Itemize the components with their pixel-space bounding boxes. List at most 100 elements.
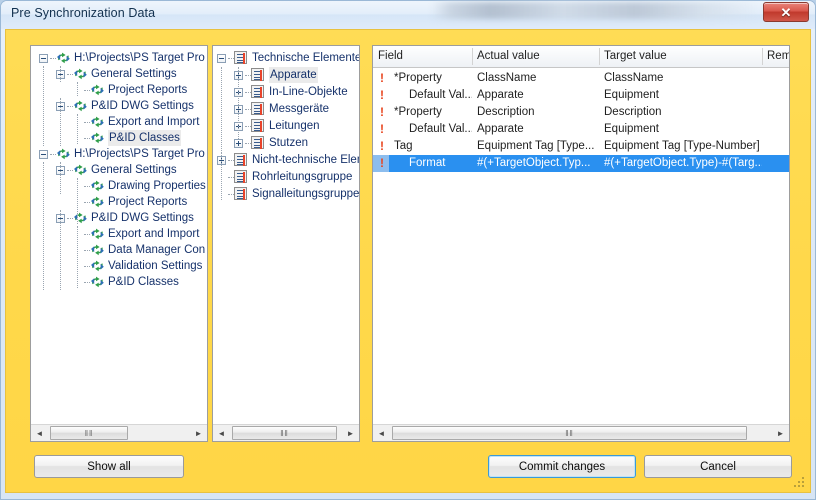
list-icon <box>234 170 247 183</box>
show-all-button[interactable]: Show all <box>34 455 184 478</box>
table-cell <box>762 87 789 104</box>
tree-item[interactable]: Messgeräte <box>213 101 359 117</box>
table-row[interactable]: ! *Property ClassName ClassName <box>373 70 789 87</box>
tree-item[interactable]: In-Line-Objekte <box>213 84 359 100</box>
warning-icon: ! <box>380 156 384 170</box>
table-cell: Default Val... <box>409 123 472 135</box>
table-cell: Description <box>604 106 662 118</box>
table-cell: ClassName <box>604 72 664 84</box>
tree-item[interactable]: Validation Settings <box>31 258 207 274</box>
tree-item[interactable]: P&ID Classes <box>31 130 207 146</box>
table-cell <box>762 121 789 138</box>
scroll-right-arrow-icon[interactable]: ► <box>342 425 359 441</box>
close-glyph: ✕ <box>780 4 792 20</box>
list-icon <box>251 136 264 149</box>
table-row[interactable]: ! *Property Description Description <box>373 104 789 121</box>
scroll-thumb[interactable]: ‖‖ <box>392 426 747 440</box>
scroll-left-arrow-icon[interactable]: ◄ <box>213 425 230 441</box>
column-divider[interactable] <box>762 48 763 65</box>
tree-item[interactable]: P&ID DWG Settings <box>31 210 207 226</box>
scroll-grip-icon: ‖‖ <box>84 428 94 438</box>
tree-item-label: Export and Import <box>108 228 200 240</box>
window-title: Pre Synchronization Data <box>11 6 156 20</box>
scroll-thumb[interactable]: ‖‖ <box>50 426 128 440</box>
tree-item-label: Apparate <box>269 67 318 83</box>
collapse-icon[interactable] <box>39 54 48 63</box>
tree-guide-line <box>60 66 61 82</box>
title-bar[interactable]: Pre Synchronization Data ✕ <box>1 1 815 29</box>
source-target-settings-tree[interactable]: H:\Projects\PS Target Pro General Setting… <box>31 46 207 441</box>
table-cell: *Property <box>394 106 442 118</box>
tree-item[interactable]: Project Reports <box>31 82 207 98</box>
tree-item[interactable]: General Settings <box>31 66 207 82</box>
tree-guide-line <box>77 178 78 224</box>
tree-item[interactable]: Project Reports <box>31 194 207 210</box>
tree-item[interactable]: Rohrleitungsgruppe <box>213 169 359 185</box>
tree-item[interactable]: Apparate <box>213 67 359 83</box>
tree-item[interactable]: Export and Import <box>31 114 207 130</box>
list-icon <box>234 51 247 64</box>
column-divider[interactable] <box>472 48 473 65</box>
commit-changes-button[interactable]: Commit changes <box>488 455 636 478</box>
tree-item-label: P&ID Classes <box>108 276 179 288</box>
tree-item-label: P&ID Classes <box>108 130 181 146</box>
tree-guide-line <box>77 82 78 96</box>
tree-item[interactable]: General Settings <box>31 162 207 178</box>
collapse-icon[interactable] <box>39 150 48 159</box>
table-cell: ClassName <box>477 72 537 84</box>
tree-item[interactable]: Signalleitungsgruppe <box>213 186 359 202</box>
table-cell: #(+TargetObject.Typ... <box>477 157 591 169</box>
sync-icon <box>73 67 88 81</box>
tree-item[interactable]: Stutzen <box>213 135 359 151</box>
mid-tree-hscrollbar[interactable]: ◄ ‖‖ ► <box>213 424 359 441</box>
grid-column-header[interactable]: Target value <box>599 46 762 67</box>
scroll-thumb[interactable]: ‖‖ <box>232 426 337 440</box>
tree-guide-line <box>221 67 222 153</box>
tree-item[interactable]: Technische Elemente <box>213 50 359 66</box>
sync-icon <box>90 179 105 193</box>
collapse-icon[interactable] <box>217 54 226 63</box>
scroll-left-arrow-icon[interactable]: ◄ <box>31 425 48 441</box>
grid-column-header[interactable]: Rem <box>762 46 789 67</box>
tree-item[interactable]: Nicht-technische Eleme <box>213 152 359 168</box>
warning-icon: ! <box>380 88 384 102</box>
tree-item[interactable]: Leitungen <box>213 118 359 134</box>
scroll-right-arrow-icon[interactable]: ► <box>772 425 789 441</box>
cancel-button[interactable]: Cancel <box>644 455 792 478</box>
tree-item[interactable]: P&ID DWG Settings <box>31 98 207 114</box>
resize-grip-icon[interactable] <box>794 477 806 489</box>
grid-column-header[interactable]: Field <box>373 46 472 67</box>
left-tree-hscrollbar[interactable]: ◄ ‖‖ ► <box>31 424 207 441</box>
table-row[interactable]: ! Default Val... Apparate Equipment <box>373 87 789 104</box>
tree-item[interactable]: Data Manager Con <box>31 242 207 258</box>
grip-dot <box>794 485 796 487</box>
column-divider[interactable] <box>599 48 600 65</box>
close-icon[interactable]: ✕ <box>763 2 809 22</box>
tree-guide-line <box>43 162 44 290</box>
tree-item-label: P&ID DWG Settings <box>91 100 194 112</box>
grid-column-header[interactable]: Actual value <box>472 46 599 67</box>
expand-icon[interactable] <box>234 139 243 148</box>
grid-hscrollbar[interactable]: ◄ ‖‖ ► <box>373 424 789 441</box>
tree-item-label: Messgeräte <box>269 103 330 115</box>
classes-tree[interactable]: Technische Elemente Apparate In-Line-Objek… <box>213 46 359 441</box>
tree-item[interactable]: P&ID Classes <box>31 274 207 290</box>
tree-item-label: Leitungen <box>269 120 320 132</box>
table-cell: #(+TargetObject.Type)-#(Targ... <box>604 157 762 169</box>
sync-icon <box>73 99 88 113</box>
scroll-right-arrow-icon[interactable]: ► <box>190 425 207 441</box>
table-row[interactable]: ! Default Val... Apparate Equipment <box>373 121 789 138</box>
title-bar-smudge <box>431 2 761 19</box>
scroll-left-arrow-icon[interactable]: ◄ <box>373 425 390 441</box>
sync-icon <box>90 243 105 257</box>
tree-item[interactable]: H:\Projects\PS Target Pro <box>31 50 207 66</box>
tree-item-label: Nicht-technische Eleme <box>252 154 359 166</box>
sync-icon <box>90 83 105 97</box>
grid-header-row: Field Actual value Target value Rem <box>373 46 789 68</box>
tree-item[interactable]: H:\Projects\PS Target Pro <box>31 146 207 162</box>
tree-item[interactable]: Export and Import <box>31 226 207 242</box>
tree-item-label: Rohrleitungsgruppe <box>252 171 353 183</box>
table-row[interactable]: ! Tag Equipment Tag [Type... Equipment Tag … <box>373 138 789 155</box>
table-row[interactable]: ! Format #(+TargetObject.Typ... #(+TargetOb… <box>373 155 789 172</box>
tree-item[interactable]: Drawing Properties <box>31 178 207 194</box>
